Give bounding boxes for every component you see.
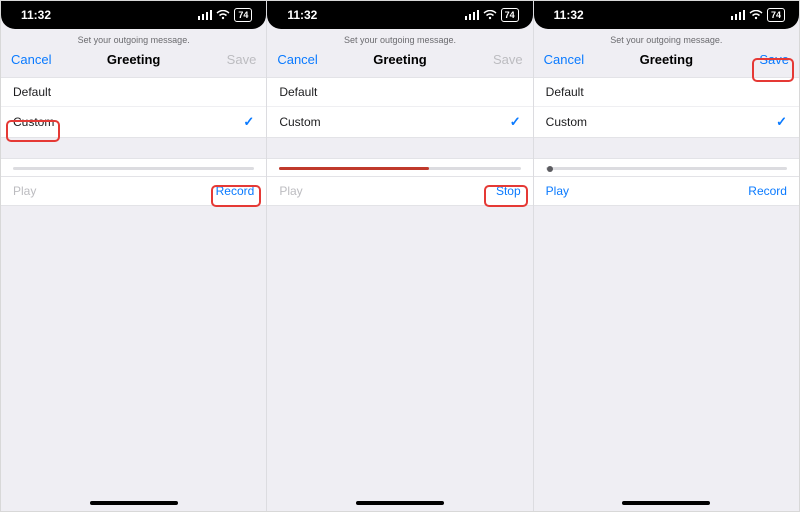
cancel-button[interactable]: Cancel: [277, 52, 331, 67]
hint-text: Set your outgoing message.: [534, 29, 799, 49]
save-button: Save: [202, 52, 256, 67]
progress-track[interactable]: [279, 167, 520, 170]
progress-area: [1, 158, 266, 177]
option-label: Custom: [13, 115, 54, 129]
record-button[interactable]: Record: [216, 184, 255, 198]
signal-icon: [465, 10, 479, 20]
record-button[interactable]: Record: [748, 184, 787, 198]
checkmark-icon: ✓: [776, 114, 787, 130]
status-bar: 11:32 74: [534, 1, 799, 29]
phone-screen-1: 11:32 74 Set your outgoing message. Canc…: [1, 1, 267, 511]
status-bar: 11:32 74: [267, 1, 532, 29]
option-default[interactable]: Default: [534, 78, 799, 106]
option-custom[interactable]: Custom ✓: [1, 106, 266, 137]
save-button[interactable]: Save: [735, 52, 789, 67]
option-label: Custom: [279, 115, 320, 129]
nav-bar: Cancel Greeting Save: [267, 49, 532, 77]
status-time: 11:32: [21, 8, 51, 22]
playback-controls: Play Record: [534, 177, 799, 206]
signal-icon: [731, 10, 745, 20]
page-title: Greeting: [373, 52, 426, 67]
greeting-options: Default Custom ✓: [534, 77, 799, 138]
cancel-button[interactable]: Cancel: [11, 52, 65, 67]
hint-text: Set your outgoing message.: [1, 29, 266, 49]
greeting-options: Default Custom ✓: [1, 77, 266, 138]
save-button: Save: [469, 52, 523, 67]
progress-track[interactable]: [546, 167, 787, 170]
play-button: Play: [279, 184, 302, 198]
progress-area: [534, 158, 799, 177]
status-time: 11:32: [287, 8, 317, 22]
nav-bar: Cancel Greeting Save: [534, 49, 799, 77]
home-indicator[interactable]: [90, 501, 178, 505]
play-button[interactable]: Play: [546, 184, 569, 198]
stop-button[interactable]: Stop: [496, 184, 521, 198]
playback-controls: Play Record: [1, 177, 266, 206]
status-time: 11:32: [554, 8, 584, 22]
option-custom[interactable]: Custom ✓: [534, 106, 799, 137]
option-label: Custom: [546, 115, 587, 129]
phone-screen-2: 11:32 74 Set your outgoing message. Canc…: [267, 1, 533, 511]
battery-icon: 74: [767, 8, 785, 22]
option-label: Default: [279, 85, 317, 99]
cancel-button[interactable]: Cancel: [544, 52, 598, 67]
option-custom[interactable]: Custom ✓: [267, 106, 532, 137]
battery-icon: 74: [234, 8, 252, 22]
hint-text: Set your outgoing message.: [267, 29, 532, 49]
wifi-icon: [749, 10, 763, 20]
progress-dot: [547, 166, 553, 172]
option-label: Default: [546, 85, 584, 99]
nav-bar: Cancel Greeting Save: [1, 49, 266, 77]
option-default[interactable]: Default: [1, 78, 266, 106]
phone-screen-3: 11:32 74 Set your outgoing message. Canc…: [534, 1, 799, 511]
home-indicator[interactable]: [356, 501, 444, 505]
status-bar: 11:32 74: [1, 1, 266, 29]
progress-area: [267, 158, 532, 177]
option-default[interactable]: Default: [267, 78, 532, 106]
playback-controls: Play Stop: [267, 177, 532, 206]
play-button: Play: [13, 184, 36, 198]
page-title: Greeting: [640, 52, 693, 67]
page-title: Greeting: [107, 52, 160, 67]
wifi-icon: [483, 10, 497, 20]
progress-track[interactable]: [13, 167, 254, 170]
option-label: Default: [13, 85, 51, 99]
checkmark-icon: ✓: [243, 114, 254, 130]
checkmark-icon: ✓: [510, 114, 521, 130]
signal-icon: [198, 10, 212, 20]
wifi-icon: [216, 10, 230, 20]
battery-icon: 74: [501, 8, 519, 22]
home-indicator[interactable]: [622, 501, 710, 505]
progress-fill: [279, 167, 429, 170]
greeting-options: Default Custom ✓: [267, 77, 532, 138]
